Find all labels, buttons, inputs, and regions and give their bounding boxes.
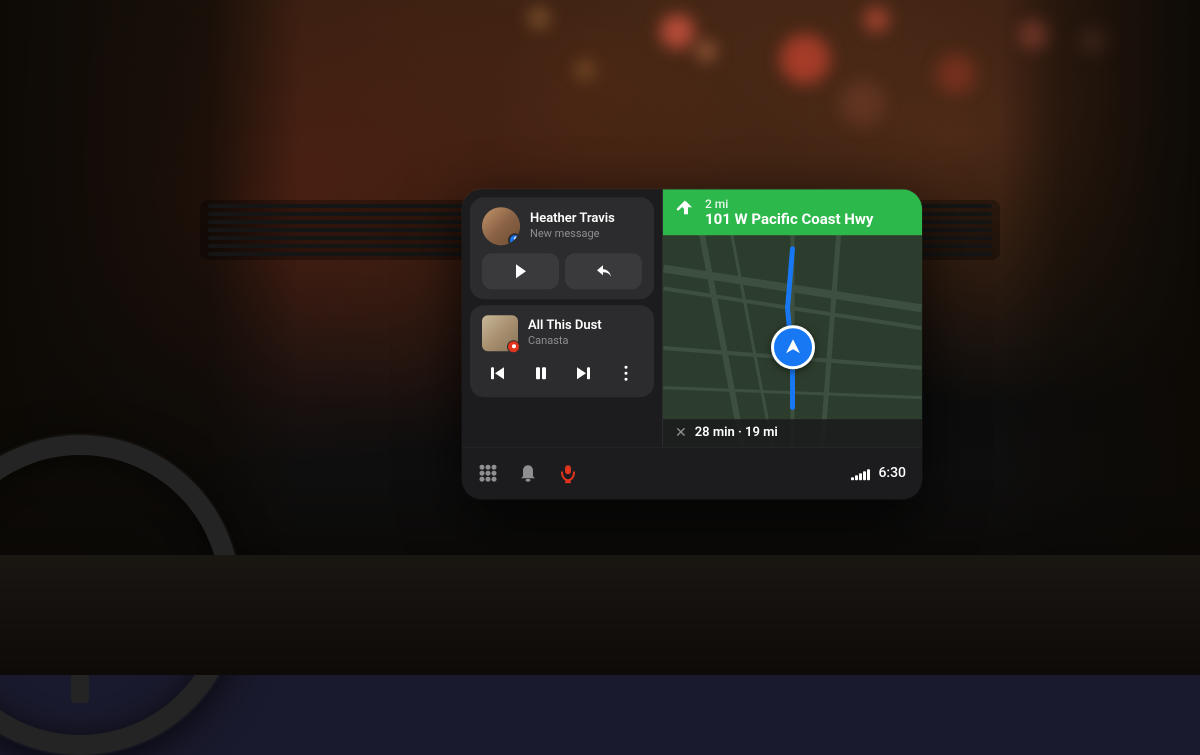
music-info: All This Dust Canasta (482, 315, 642, 351)
nav-street: 101 W Pacific Coast Hwy (705, 211, 873, 228)
avatar (482, 207, 520, 245)
pause-button[interactable] (527, 359, 555, 387)
navigation-panel[interactable]: 2 mi 101 W Pacific Coast Hwy ✕ 28 min · … (663, 189, 922, 447)
dashboard-surface (0, 555, 1200, 675)
music-app-badge-icon (507, 340, 520, 353)
bokeh-light (576, 61, 594, 79)
clock-display: 6:30 (878, 465, 906, 481)
song-title: All This Dust (528, 318, 602, 334)
nav-position-container (771, 325, 815, 369)
reply-message-button[interactable] (565, 253, 642, 289)
album-art (482, 315, 518, 351)
left-panel: Heather Travis New message (462, 189, 662, 447)
message-card[interactable]: Heather Travis New message (470, 197, 654, 299)
microphone-button[interactable] (558, 463, 578, 483)
bottom-bar: 6:30 (462, 447, 922, 499)
contact-name: Heather Travis (530, 211, 642, 227)
nav-info: 2 mi 101 W Pacific Coast Hwy (705, 197, 873, 228)
message-label: New message (530, 227, 642, 240)
bokeh-light (840, 81, 885, 126)
music-card[interactable]: All This Dust Canasta (470, 305, 654, 397)
messenger-badge-icon (508, 233, 520, 245)
bokeh-light (864, 7, 889, 32)
song-info: All This Dust Canasta (528, 318, 602, 348)
bokeh-light (780, 34, 830, 84)
bokeh-light (696, 41, 716, 61)
more-options-button[interactable] (612, 359, 640, 387)
message-header: Heather Travis New message (482, 207, 642, 245)
signal-bar-3 (859, 473, 862, 480)
close-route-button[interactable]: ✕ (675, 425, 687, 441)
song-artist: Canasta (528, 334, 602, 347)
music-controls (482, 359, 642, 387)
nav-arrow-icon (783, 337, 803, 357)
next-track-button[interactable] (569, 359, 597, 387)
android-auto-screen: Heather Travis New message (462, 189, 922, 499)
bokeh-light (528, 7, 550, 29)
message-actions (482, 253, 642, 289)
signal-bar-5 (867, 469, 870, 480)
prev-track-button[interactable] (484, 359, 512, 387)
turn-arrow-icon (675, 198, 697, 225)
eta-bar: ✕ 28 min · 19 mi (663, 419, 922, 447)
screen-content: Heather Travis New message (462, 189, 922, 447)
bokeh-light (936, 54, 976, 94)
signal-bar-4 (863, 471, 866, 480)
nav-location-arrow (771, 325, 815, 369)
notifications-button[interactable] (518, 463, 538, 483)
bokeh-light (660, 14, 695, 49)
signal-bar-2 (855, 475, 858, 480)
message-text: Heather Travis New message (530, 211, 642, 241)
play-message-button[interactable] (482, 253, 559, 289)
signal-strength-icon (851, 466, 870, 480)
status-area: 6:30 (851, 465, 906, 481)
apps-button[interactable] (478, 463, 498, 483)
eta-display: 28 min · 19 mi (695, 425, 778, 440)
bottom-left-icons (478, 463, 578, 483)
nav-instruction-header: 2 mi 101 W Pacific Coast Hwy (663, 189, 922, 236)
nav-distance: 2 mi (705, 197, 873, 211)
signal-bar-1 (851, 477, 854, 480)
